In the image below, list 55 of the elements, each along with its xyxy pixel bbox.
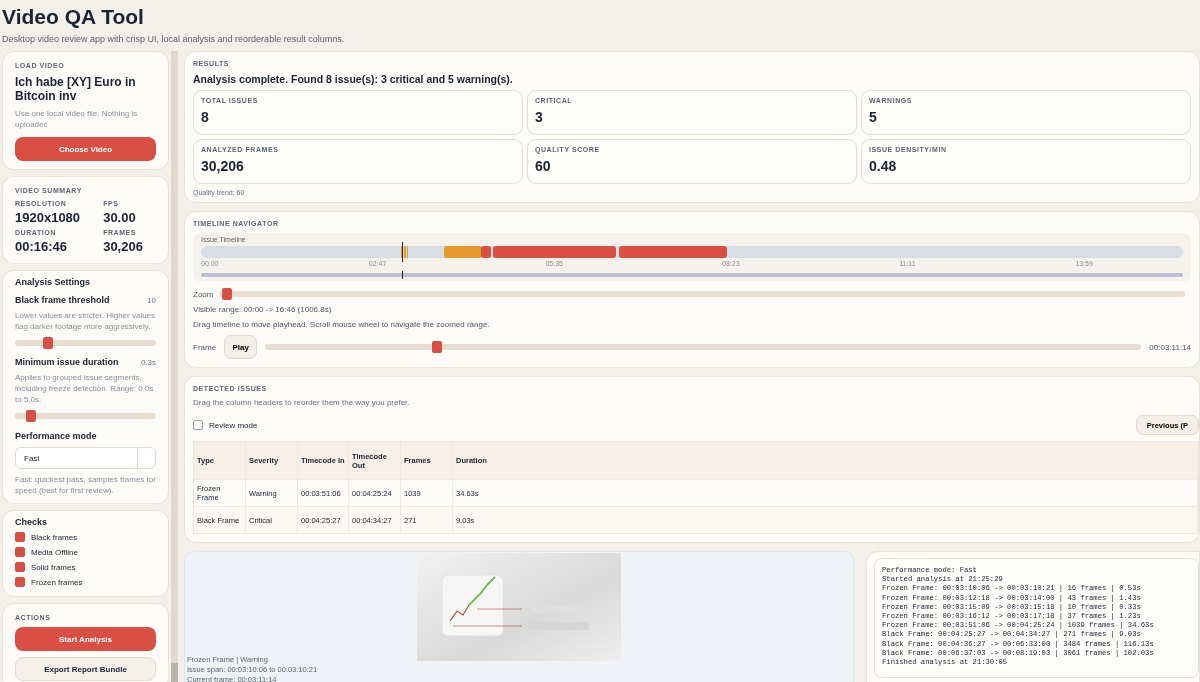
performance-dropdown[interactable]: Fast xyxy=(15,447,156,470)
slider-track[interactable] xyxy=(15,340,156,347)
help-text: Applies to grouped issue segments, including freeze detection. Range: 0.0s to 5.0s. xyxy=(15,372,155,406)
slider-thumb[interactable] xyxy=(25,410,36,423)
help-text: Lower values are stricter. Higher values flag darker footage more aggressively. xyxy=(15,310,156,333)
field-value: 30,206 xyxy=(103,239,144,255)
section-heading: Analysis Settings xyxy=(15,277,92,288)
file-name: Ich habe [XY] Euro in Bitcoin inv xyxy=(15,75,137,103)
app-title: Video QA Tool xyxy=(2,4,145,30)
stat-value: 0.48 xyxy=(869,158,898,174)
slider-track[interactable] xyxy=(265,344,1142,350)
field-value: 30.00 xyxy=(103,210,137,226)
checkbox[interactable] xyxy=(15,547,25,558)
setting-value: 0.3s xyxy=(140,357,156,367)
stat-value: 5 xyxy=(869,109,878,125)
field-value: 00:16:46 xyxy=(15,239,69,255)
app-subtitle: Desktop video review app with crisp UI, local analysis and reorderable result columns. xyxy=(2,34,346,44)
result-summary: Analysis complete. Found 8 issue(s): 3 critical and 5 warning(s). xyxy=(193,73,514,85)
export-button[interactable]: Export Report Bundle xyxy=(15,657,156,681)
checkbox[interactable] xyxy=(15,532,25,543)
setting-label: Black frame threshold xyxy=(15,295,110,306)
hint-text: Drag timeline to move playhead. Scroll mouse wheel to navigate the zoomed range. xyxy=(193,320,491,329)
help-text: Fast: quickest pass, samples frames for speed (best for first review). xyxy=(15,474,156,497)
checkbox-label[interactable]: Review mode xyxy=(209,420,258,430)
checkbox[interactable] xyxy=(15,562,25,573)
stat-value: 3 xyxy=(535,109,544,125)
checkbox-label[interactable]: Solid frames xyxy=(31,562,76,572)
setting-label: Performance mode xyxy=(15,431,98,442)
frame-time: 00:03:11:14 xyxy=(1149,342,1191,352)
checkbox[interactable] xyxy=(193,420,203,430)
slider-track[interactable] xyxy=(219,291,1185,297)
slider-track[interactable] xyxy=(15,413,156,420)
checkbox-label[interactable]: Frozen frames xyxy=(31,577,83,587)
slider-thumb[interactable] xyxy=(222,288,233,300)
checkbox-label[interactable]: Media Offline xyxy=(31,547,78,557)
field-value: 1920x1080 xyxy=(15,210,82,226)
stat-value: 30,206 xyxy=(201,158,245,174)
hint-text: Use one local video file. Nothing is uploadec xyxy=(15,108,139,130)
zoom-label: Zoom xyxy=(193,289,214,299)
setting-label: Minimum issue duration xyxy=(15,357,119,368)
section-heading: Checks xyxy=(15,517,49,528)
scrollbar[interactable] xyxy=(171,51,178,682)
frame-label: Frame xyxy=(193,342,217,352)
setting-value: 10 xyxy=(147,295,156,305)
hint-text: Drag the column headers to reorder them the way you prefer. xyxy=(193,398,411,407)
checkbox-label[interactable]: Black frames xyxy=(31,532,78,542)
visible-range: Visible range: 00:00 -> 16:46 (1006.8s) xyxy=(193,305,333,314)
stat-value: 60 xyxy=(535,158,552,174)
choose-video-button[interactable]: Choose Video xyxy=(15,137,156,161)
stat-value: 8 xyxy=(201,109,210,125)
slider-thumb[interactable] xyxy=(43,337,53,350)
slider-thumb[interactable] xyxy=(431,341,442,353)
checkbox[interactable] xyxy=(15,577,25,588)
start-button[interactable]: Start Analysis xyxy=(15,627,156,651)
play-button[interactable]: Play xyxy=(224,335,258,359)
